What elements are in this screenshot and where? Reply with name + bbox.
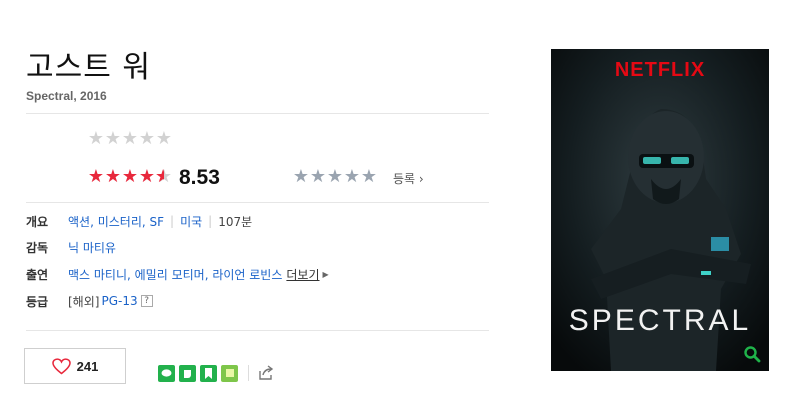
star-icon: ★ [292,166,309,187]
director-link[interactable]: 닉 마티유 [68,239,116,256]
runtime: 107분 [218,214,253,229]
magnifier-icon[interactable] [743,345,761,363]
grade-row: 등급 [해외] PG-13 ? [26,292,153,310]
overview-row: 개요 액션, 미스터리, SF | 미국 | 107분 [26,212,252,230]
movie-subtitle: Spectral, 2016 [26,89,107,103]
director-row: 감독 닉 마티유 [26,238,116,256]
grade-link[interactable]: PG-13 [101,294,137,308]
divider [26,202,489,203]
netizen-rating-stars: ★ ★ ★ ★ ★ [87,166,172,187]
star-icon: ★ [138,166,155,187]
divider [248,365,249,381]
star-icon: ★ [326,166,343,187]
share-icon[interactable] [257,364,275,382]
star-icon: ★ [360,166,377,187]
caret-right-icon: ▶ [322,269,329,279]
director-label: 감독 [26,240,49,255]
band-icon[interactable] [179,364,196,382]
share-bar [158,364,275,382]
star-icon[interactable]: ★ [104,130,121,148]
grade-region: [해외] [68,294,100,309]
star-icon: ★ [87,166,104,187]
bookmark-icon[interactable] [200,364,217,382]
star-icon[interactable]: ★ [121,130,138,148]
star-icon: ★ [121,166,138,187]
divider [26,330,489,331]
netizen-score: 8.53 [179,166,220,189]
cast-link[interactable]: 맥스 마티니, 에밀리 모티머, 라이언 로빈스 [68,266,282,283]
critic-rating-stars: ★ ★ ★ ★ ★ [292,168,377,186]
cast-label: 출연 [26,267,49,282]
movie-poster[interactable]: NETFLIX SPECTRAL [551,49,769,371]
netflix-logo: NETFLIX [614,59,706,81]
line-icon[interactable] [158,364,175,382]
star-icon[interactable]: ★ [138,130,155,148]
register-rating-link[interactable]: 등록 › [393,170,424,187]
star-icon[interactable]: ★ [87,130,104,148]
star-icon[interactable]: ★ [155,130,172,148]
like-count: 241 [76,358,99,374]
half-star-icon: ★ [155,168,172,187]
cast-row: 출연 맥스 마티니, 에밀리 모티머, 라이언 로빈스 더보기 ▶ [26,265,329,283]
star-icon: ★ [309,166,326,187]
chevron-right-icon: › [415,172,424,186]
like-button[interactable]: 241 [24,348,126,384]
heart-icon [51,357,71,374]
separator: | [208,214,213,228]
country-link[interactable]: 미국 [180,213,202,230]
star-icon: ★ [343,166,360,187]
register-label[interactable]: 등록 [393,172,415,186]
divider [26,113,489,114]
genres-link[interactable]: 액션, 미스터리, SF [68,213,164,230]
grade-label: 등급 [26,294,49,309]
memo-icon[interactable] [221,364,238,382]
my-rating-stars[interactable]: ★ ★ ★ ★ ★ [87,130,172,148]
star-icon: ★ [104,166,121,187]
help-icon[interactable]: ? [140,295,153,307]
more-cast-link[interactable]: 더보기 [286,266,319,283]
overview-label: 개요 [26,214,49,229]
movie-title: 고스트 워 [26,50,151,85]
poster-title: SPECTRAL [568,304,752,337]
separator: | [170,214,175,228]
